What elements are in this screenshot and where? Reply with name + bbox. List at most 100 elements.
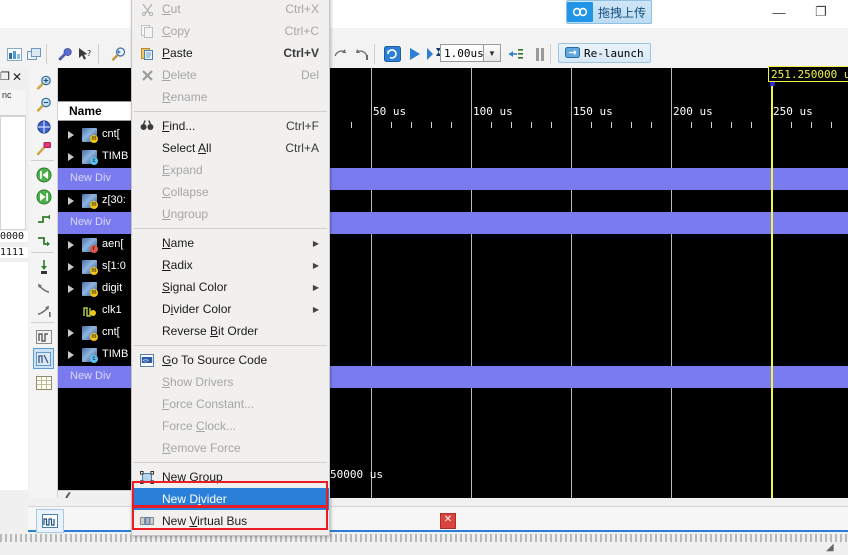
time-tick-label-1: 100 us [473, 105, 513, 118]
bus-signal-icon: r [82, 238, 98, 253]
zoom-fit-icon[interactable] [33, 116, 54, 137]
menu-item-go-to-source-code[interactable]: <> Go To Source Code [132, 349, 329, 371]
prev-transition-icon[interactable] [33, 208, 54, 229]
drag-upload-label: 拖拽上传 [597, 5, 646, 20]
menu-item-paste[interactable]: Paste Ctrl+V [132, 42, 329, 64]
go-to-start-icon[interactable] [33, 164, 54, 185]
paste-icon [132, 42, 162, 64]
pause-icon[interactable] [530, 44, 550, 64]
menu-item-new-group[interactable]: New Group [132, 466, 329, 488]
minor-tick [411, 122, 412, 128]
zoom-search-icon[interactable] [108, 44, 128, 64]
menu-item-delete[interactable]: Delete Del [132, 64, 329, 86]
menu-item-force-constant[interactable]: Force Constant... [132, 393, 329, 415]
menu-item-label: Ungroup [162, 207, 209, 221]
relaunch-button[interactable]: Re-launch [558, 43, 651, 63]
minor-tick [711, 122, 712, 128]
zoom-cursor-icon[interactable] [33, 138, 54, 159]
menu-item-label: Force Clock... [162, 419, 237, 433]
run-time-input[interactable]: 1.00us [440, 44, 484, 62]
left-dock-content [0, 116, 26, 230]
menu-item-find[interactable]: Find... Ctrl+F [132, 115, 329, 137]
prev-marker-icon[interactable] [33, 278, 54, 299]
menu-item-show-drivers[interactable]: Show Drivers [132, 371, 329, 393]
expand-arrow-icon[interactable] [68, 329, 74, 337]
tree-row-label: New Div [70, 216, 111, 228]
menu-item-rename[interactable]: Rename [132, 86, 329, 108]
menu-item-accel: Ctrl+V [283, 46, 319, 60]
menu-item-name[interactable]: Name ▶ [132, 232, 329, 254]
zoom-out-icon[interactable] [33, 94, 54, 115]
menu-item-remove-force[interactable]: Remove Force [132, 437, 329, 459]
waveform-tab[interactable] [36, 509, 64, 533]
report-icon[interactable] [4, 44, 24, 64]
waveform-tab-icon [42, 514, 58, 528]
help-pointer-icon[interactable]: ? [76, 44, 96, 64]
window-maximize-button[interactable]: ❐ [808, 2, 834, 22]
minor-tick [591, 122, 592, 128]
source-code-icon: <> [132, 349, 162, 371]
expand-arrow-icon[interactable] [68, 285, 74, 293]
menu-item-signal-color[interactable]: Signal Color ▶ [132, 276, 329, 298]
menu-item-divider-color[interactable]: Divider Color ▶ [132, 298, 329, 320]
waveform-range-label: 50000 us [330, 468, 383, 481]
menu-item-label: Collapse [162, 185, 209, 199]
menu-item-copy[interactable]: Copy Ctrl+C [132, 20, 329, 42]
expand-arrow-icon[interactable] [68, 153, 74, 161]
expand-arrow-icon[interactable] [68, 263, 74, 271]
tree-row-label: TIMB [102, 348, 129, 360]
menu-item-radix[interactable]: Radix ▶ [132, 254, 329, 276]
expand-arrow-icon[interactable] [68, 241, 74, 249]
close-icon[interactable]: ✕ [440, 513, 456, 529]
expand-arrow-icon[interactable] [68, 197, 74, 205]
tree-row-label: cnt[ [102, 128, 120, 140]
add-marker-icon[interactable] [33, 256, 54, 277]
step-forward-icon[interactable] [352, 44, 372, 64]
run-icon[interactable] [404, 44, 424, 64]
menu-item-reverse-bit-order[interactable]: Reverse Bit Order [132, 320, 329, 342]
left-dock-restore-button[interactable]: ❐ [0, 70, 10, 83]
new-window-icon[interactable] [24, 44, 44, 64]
restart-icon[interactable] [382, 44, 402, 64]
tree-row-label: TIMB [102, 150, 129, 162]
next-marker-icon[interactable] [33, 300, 54, 321]
menu-item-cut[interactable]: Cut Ctrl+X [132, 0, 329, 20]
minor-tick [491, 122, 492, 128]
cut-icon [132, 0, 162, 20]
tree-row-label: New Div [70, 370, 111, 382]
menu-item-accel: Ctrl+X [285, 2, 319, 16]
menu-item-force-clock[interactable]: Force Clock... [132, 415, 329, 437]
table-view-icon[interactable] [33, 372, 54, 393]
snap-to-transition-icon[interactable] [33, 326, 54, 347]
menu-item-label: Select All [162, 141, 212, 155]
menu-item-label: Signal Color [162, 280, 228, 294]
drag-upload-button[interactable]: 拖拽上传 [566, 0, 652, 24]
context-menu[interactable]: Cut Ctrl+X Copy Ctrl+C Paste Ctrl+V Dele… [131, 0, 330, 536]
chevron-down-icon[interactable]: ▼ [484, 44, 501, 62]
expand-arrow-icon[interactable] [68, 351, 74, 359]
window-minimize-button[interactable]: — [766, 2, 792, 22]
minor-tick [451, 122, 452, 128]
next-transition-icon[interactable] [33, 230, 54, 251]
menu-item-select-all[interactable]: Select All Ctrl+A [132, 137, 329, 159]
menu-item-expand[interactable]: Expand [132, 159, 329, 181]
window-resize-grip[interactable]: ◢ [826, 542, 834, 553]
step-back-icon[interactable] [330, 44, 350, 64]
menu-item-label: Reverse Bit Order [162, 324, 259, 338]
left-dock-close-button[interactable]: ✕ [12, 70, 22, 84]
zoom-in-icon[interactable] [33, 72, 54, 93]
go-to-end-icon[interactable] [33, 186, 54, 207]
menu-item-new-virtual-bus[interactable]: New Virtual Bus [132, 510, 329, 532]
float-waveform-icon[interactable] [33, 348, 54, 369]
menu-item-collapse[interactable]: Collapse [132, 181, 329, 203]
menu-item-new-divider[interactable]: New Divider [132, 488, 329, 510]
minor-tick [431, 122, 432, 128]
menu-item-label: Force Constant... [162, 397, 255, 411]
toolbar-separator [46, 44, 47, 64]
waveform-cursor[interactable] [771, 68, 773, 498]
settings-wrench-icon[interactable] [54, 44, 74, 64]
step-icon[interactable] [506, 44, 526, 64]
wire-signal-icon [82, 304, 97, 318]
menu-item-ungroup[interactable]: Ungroup [132, 203, 329, 225]
expand-arrow-icon[interactable] [68, 131, 74, 139]
